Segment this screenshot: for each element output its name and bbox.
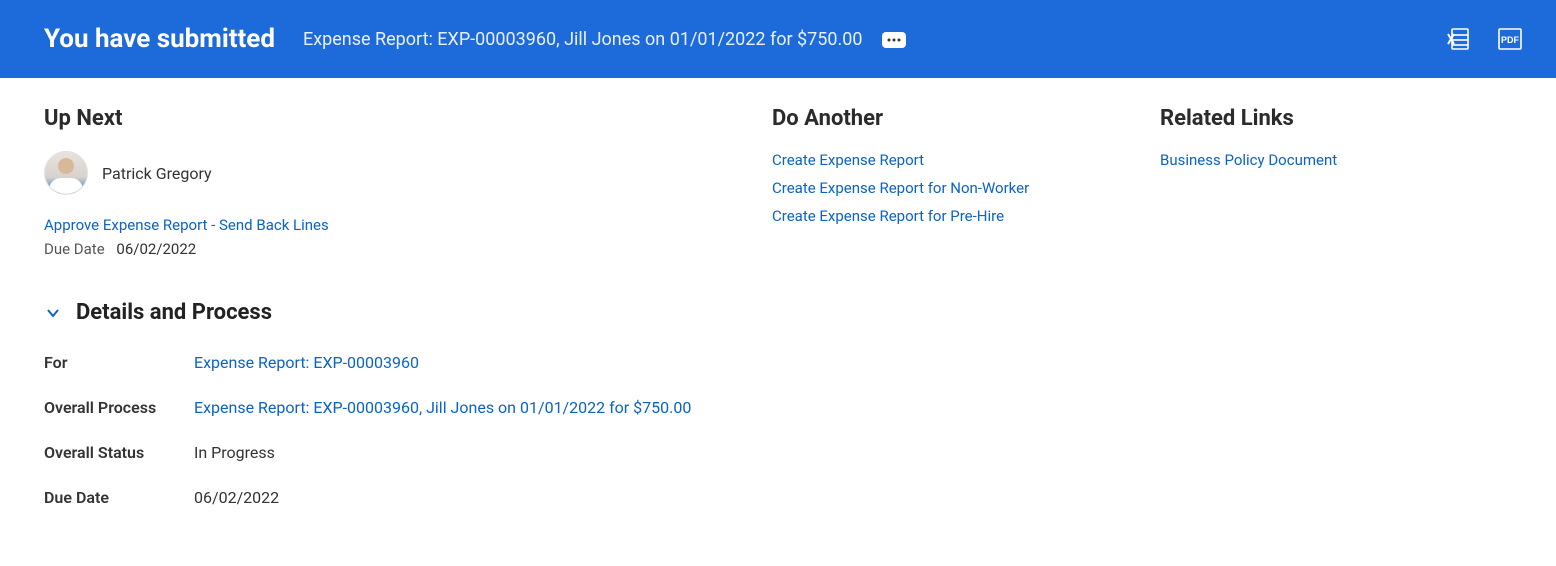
details-grid: For Expense Report: EXP-00003960 Overall… <box>44 353 1512 507</box>
do-another-heading: Do Another <box>772 106 1152 131</box>
overall-status-value: In Progress <box>194 443 1512 462</box>
export-excel-button[interactable] <box>1444 25 1472 53</box>
create-expense-report-link[interactable]: Create Expense Report <box>772 151 1152 169</box>
details-header-toggle[interactable]: Details and Process <box>44 300 1512 325</box>
create-expense-report-non-worker-link[interactable]: Create Expense Report for Non-Worker <box>772 179 1152 197</box>
related-links-list: Business Policy Document <box>1160 151 1512 169</box>
content-area: Up Next Patrick Gregory Approve Expense … <box>0 78 1556 535</box>
do-another-links: Create Expense Report Create Expense Rep… <box>772 151 1152 225</box>
more-actions-button[interactable] <box>882 32 906 48</box>
overall-process-label: Overall Process <box>44 398 194 417</box>
chevron-down-icon <box>44 304 62 322</box>
up-next-due-row: Due Date 06/02/2022 <box>44 240 764 258</box>
approve-task-link[interactable]: Approve Expense Report - Send Back Lines <box>44 216 329 234</box>
for-label: For <box>44 353 194 372</box>
up-next-column: Up Next Patrick Gregory Approve Expense … <box>44 106 764 258</box>
details-due-date-value: 06/02/2022 <box>194 488 1512 507</box>
overall-status-label: Overall Status <box>44 443 194 462</box>
create-expense-report-pre-hire-link[interactable]: Create Expense Report for Pre-Hire <box>772 207 1152 225</box>
details-heading: Details and Process <box>76 300 272 325</box>
kebab-horizontal-icon <box>887 37 901 43</box>
header-subtitle-wrap: Expense Report: EXP-00003960, Jill Jones… <box>303 29 906 50</box>
columns: Up Next Patrick Gregory Approve Expense … <box>44 106 1512 258</box>
business-policy-document-link[interactable]: Business Policy Document <box>1160 151 1512 169</box>
page-title: You have submitted <box>44 24 275 54</box>
do-another-column: Do Another Create Expense Report Create … <box>772 106 1152 258</box>
confirmation-header: You have submitted Expense Report: EXP-0… <box>0 0 1556 78</box>
avatar[interactable] <box>44 151 88 195</box>
related-links-heading: Related Links <box>1160 106 1512 131</box>
details-section: Details and Process For Expense Report: … <box>44 300 1512 507</box>
for-value-link[interactable]: Expense Report: EXP-00003960 <box>194 353 1512 372</box>
up-next-due-label: Due Date <box>44 240 105 258</box>
overall-process-value-link[interactable]: Expense Report: EXP-00003960, Jill Jones… <box>194 398 1512 417</box>
page-subtitle: Expense Report: EXP-00003960, Jill Jones… <box>303 29 863 50</box>
pdf-icon: PDF <box>1496 26 1524 52</box>
export-pdf-button[interactable]: PDF <box>1496 25 1524 53</box>
header-actions: PDF <box>1444 0 1524 78</box>
approver-name: Patrick Gregory <box>102 164 212 183</box>
details-due-date-label: Due Date <box>44 488 194 507</box>
up-next-heading: Up Next <box>44 106 764 131</box>
related-links-column: Related Links Business Policy Document <box>1160 106 1512 258</box>
up-next-person: Patrick Gregory <box>44 151 764 195</box>
up-next-due-value: 06/02/2022 <box>116 240 196 258</box>
excel-icon <box>1445 26 1471 52</box>
svg-text:PDF: PDF <box>1501 35 1520 45</box>
